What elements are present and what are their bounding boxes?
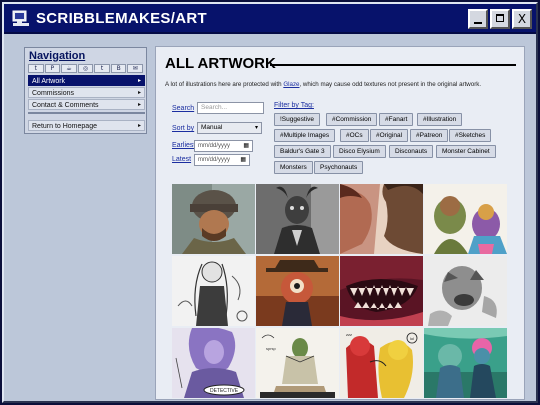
patreon-icon[interactable]: P — [44, 64, 61, 73]
tag-button[interactable]: Monsters — [274, 161, 313, 174]
tag-button[interactable]: !Suggestive — [274, 113, 320, 126]
tag-button[interactable]: Disconauts — [389, 145, 434, 158]
artwork-thumbnail[interactable] — [340, 256, 423, 326]
search-label: Search — [172, 105, 195, 112]
artwork-thumbnail[interactable] — [424, 256, 507, 326]
notice-text: A lot of illustrations here are protecte… — [165, 81, 284, 88]
sidebar-item-all-artwork[interactable]: All Artwork ▸ — [28, 75, 145, 86]
navigation-sidebar: Navigation t P ☕ ◎ t B ✉ All Artwork ▸ C… — [24, 47, 147, 134]
artwork-thumbnail[interactable] — [256, 184, 339, 254]
close-button[interactable]: X — [512, 9, 532, 29]
sidebar-item-return-home[interactable]: Return to Homepage ▸ — [28, 120, 145, 131]
artwork-thumbnail[interactable] — [424, 184, 507, 254]
sort-label: Sort by — [172, 125, 195, 132]
filter-label: Filter by Tag: — [274, 102, 314, 109]
glaze-notice: A lot of illustrations here are protecte… — [165, 81, 520, 88]
sidebar-item-label: All Artwork — [32, 78, 66, 85]
tag-button[interactable]: #Sketches — [449, 129, 492, 142]
tag-button[interactable]: #Fanart — [379, 113, 414, 126]
earliest-label: Earliest — [172, 142, 196, 149]
tumblr-icon[interactable]: t — [28, 64, 44, 73]
tag-button[interactable]: #OCs — [340, 129, 369, 142]
navigation-heading: Navigation — [29, 50, 86, 62]
twitter-icon[interactable]: t — [94, 64, 110, 73]
page-title: ALL ARTWORK — [165, 55, 276, 72]
sketch-note: zzz — [346, 332, 352, 337]
tag-button[interactable]: #Original — [370, 129, 409, 142]
bluesky-icon[interactable]: B — [110, 64, 127, 73]
chevron-right-icon: ▸ — [137, 78, 141, 84]
sort-select[interactable]: Manual ▾ — [197, 122, 262, 134]
maximize-icon — [496, 14, 504, 22]
tag-button[interactable]: Disco Elysium — [333, 145, 386, 158]
tag-button[interactable]: Psychonauts — [314, 161, 364, 174]
sidebar-divider — [28, 112, 145, 114]
maximize-button[interactable] — [490, 9, 510, 29]
earliest-date-value: mm/dd/yyyy — [198, 143, 231, 149]
sort-value: Manual — [201, 124, 223, 131]
app-window: SCRIBBLEMAKES/ART X Navigation t P ☕ ◎ t… — [2, 2, 538, 403]
speech-bubble-text: lol — [410, 336, 414, 341]
latest-date-value: mm/dd/yyyy — [198, 157, 231, 163]
artwork-thumbnail[interactable] — [172, 256, 255, 326]
tag-button[interactable]: #Multiple Images — [274, 129, 336, 142]
chevron-down-icon: ▾ — [254, 125, 258, 131]
sidebar-item-commissions[interactable]: Commissions ▸ — [28, 87, 145, 98]
artwork-thumbnail[interactable]: DETECTIVE — [172, 328, 255, 398]
detective-caption: DETECTIVE — [210, 388, 239, 394]
sidebar-item-label: Contact & Comments — [32, 102, 99, 109]
latest-label: Latest — [172, 156, 192, 163]
artwork-gallery: DETECTIVE sprsp zzz lol — [172, 184, 509, 399]
artwork-thumbnail[interactable] — [172, 184, 255, 254]
instagram-icon[interactable]: ◎ — [77, 64, 94, 73]
artwork-thumbnail[interactable] — [256, 256, 339, 326]
artwork-thumbnail[interactable]: sprsp — [256, 328, 339, 398]
title-rule — [270, 64, 516, 66]
computer-icon — [12, 10, 29, 26]
earliest-date-input[interactable]: mm/dd/yyyy ▦ — [194, 140, 253, 152]
minimize-button[interactable] — [468, 9, 488, 29]
tag-button[interactable]: Baldur's Gate 3 — [274, 145, 331, 158]
tag-button[interactable]: #Commission — [326, 113, 378, 126]
sidebar-item-contact[interactable]: Contact & Comments ▸ — [28, 99, 145, 110]
sketch-note: sprsp — [266, 346, 277, 351]
title-bar[interactable]: SCRIBBLEMAKES/ART X — [4, 4, 536, 34]
main-content: ALL ARTWORK A lot of illustrations here … — [155, 46, 525, 400]
tag-button[interactable]: #Illustration — [417, 113, 463, 126]
notice-text: , which may cause odd textures not prese… — [299, 81, 482, 88]
artwork-thumbnail[interactable] — [340, 184, 423, 254]
artwork-thumbnail[interactable] — [424, 328, 507, 398]
calendar-icon: ▦ — [240, 157, 246, 163]
chevron-right-icon: ▸ — [137, 102, 141, 108]
chevron-right-icon: ▸ — [137, 123, 141, 129]
mail-icon[interactable]: ✉ — [127, 64, 144, 73]
calendar-icon: ▦ — [243, 143, 249, 149]
sidebar-item-label: Return to Homepage — [32, 123, 97, 130]
tag-button[interactable]: Monster Cabinet — [436, 145, 496, 158]
tag-button[interactable]: #Patreon — [410, 129, 449, 142]
minimize-icon — [474, 22, 482, 24]
artwork-thumbnail[interactable]: zzz lol — [340, 328, 423, 398]
sidebar-item-label: Commissions — [32, 90, 75, 97]
search-input[interactable]: Search... — [197, 102, 264, 114]
social-links: t P ☕ ◎ t B ✉ — [28, 64, 144, 73]
kofi-icon[interactable]: ☕ — [61, 64, 77, 73]
chevron-right-icon: ▸ — [137, 90, 141, 96]
latest-date-input[interactable]: mm/dd/yyyy ▦ — [194, 154, 250, 166]
window-title: SCRIBBLEMAKES/ART — [36, 10, 207, 27]
glaze-link[interactable]: Glaze — [283, 81, 299, 88]
